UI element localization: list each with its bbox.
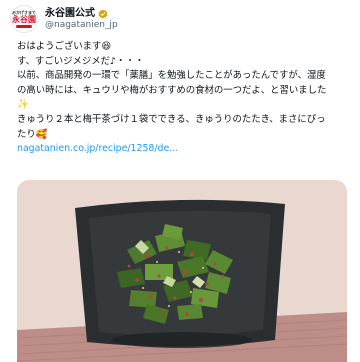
tweet-line-text: おはようございます (17, 41, 102, 52)
tweet-card: おかげさまで 永谷園 永谷園公式 @nagatanien_jp おはようございま… (0, 0, 360, 362)
tweet-photo[interactable] (17, 180, 347, 362)
tweet-line: きゅうり２本と梅干茶づけ１袋でできる、きゅうりのたたき、まさにぴっ (17, 113, 326, 125)
tweet-line: 以前、商品開発の一環で「薬膳」を勉強したことがあったんですが、湿度 (17, 70, 326, 82)
avatar[interactable]: おかげさまで 永谷園 (10, 5, 38, 33)
sparkles-emoji-icon: ✨ (17, 99, 29, 111)
account-handle[interactable]: @nagatanien_jp (45, 20, 118, 31)
smiling-face-hearts-emoji-icon: 🥰 (35, 128, 48, 140)
tweet-line-text: たり (17, 128, 36, 140)
tweet-line: の高い時には、キュウリや梅がおすすめの食材の一つだよ、と習いました (17, 84, 327, 96)
tweet-line: ✨ (17, 98, 347, 113)
verified-badge-icon (98, 8, 108, 19)
recipe-link[interactable]: nagatanien.co.jp/recipe/1258/de... (17, 143, 178, 154)
tweet-line: す、すごいジメジメだ♪・・・ (17, 55, 145, 67)
dish-foot (112, 332, 252, 348)
tweet-link-line: nagatanien.co.jp/recipe/1258/de... (17, 142, 347, 157)
display-name[interactable]: 永谷園公式 (45, 8, 95, 20)
tweet-line: たり🥰 (17, 128, 347, 143)
dish-photo-illustration (17, 180, 347, 362)
grinning-face-emoji-icon: 😆 (101, 41, 112, 52)
tweet-text: おはようございます😆 す、すごいジメジメだ♪・・・ 以前、商品開発の一環で「薬膳… (17, 40, 347, 157)
avatar-logo-text: 永谷園 (12, 14, 36, 24)
tweet-line: おはようございます😆 (17, 40, 347, 55)
tweet-header: おかげさまで 永谷園 永谷園公式 @nagatanien_jp (10, 4, 350, 34)
account-names: 永谷園公式 @nagatanien_jp (45, 8, 118, 31)
avatar-logo-bar (16, 24, 32, 28)
